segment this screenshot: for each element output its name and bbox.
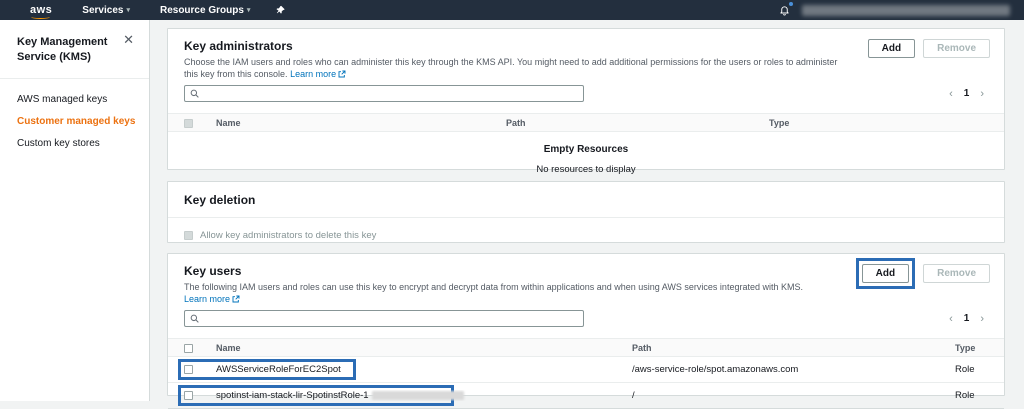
learn-more-link[interactable]: Learn more xyxy=(184,294,240,304)
user-name: spotinst-iam-stack-lir-SpotinstRole-1 xyxy=(216,390,632,401)
external-link-icon xyxy=(338,70,346,78)
search-box[interactable] xyxy=(184,85,584,102)
pagination: ‹ 1 › xyxy=(949,313,984,325)
sidebar-item-custom-key-stores[interactable]: Custom key stores xyxy=(17,138,149,149)
pagination: ‹ 1 › xyxy=(949,88,984,100)
sidebar-item-customer-managed-keys[interactable]: Customer managed keys xyxy=(17,116,149,127)
column-path: Path xyxy=(506,118,769,128)
chevron-down-icon: ▾ xyxy=(247,6,251,14)
table-header: Name Path Type xyxy=(168,338,1004,357)
nav-resource-groups-label: Resource Groups xyxy=(160,5,244,16)
learn-more-label: Learn more xyxy=(290,69,336,79)
search-box[interactable] xyxy=(184,310,584,327)
table-row[interactable]: spotinst-iam-stack-lir-SpotinstRole-1 / … xyxy=(168,383,1004,409)
row-checkbox[interactable] xyxy=(184,365,193,374)
table-header: Name Path Type xyxy=(168,113,1004,132)
column-type: Type xyxy=(769,118,1004,128)
empty-state: Empty Resources No resources to display xyxy=(168,132,1004,175)
main-content: Key administrators Choose the IAM users … xyxy=(151,20,1024,401)
user-name-text: spotinst-iam-stack-lir-SpotinstRole-1 xyxy=(216,390,369,401)
notification-dot xyxy=(789,2,793,6)
key-users-card: Key users The following IAM users and ro… xyxy=(167,253,1005,396)
column-name: Name xyxy=(216,118,506,128)
aws-smile-icon xyxy=(31,15,50,19)
prev-page-icon[interactable]: ‹ xyxy=(949,313,953,325)
search-input[interactable] xyxy=(203,313,578,324)
select-all-checkbox[interactable] xyxy=(184,119,193,128)
aws-logo[interactable]: aws xyxy=(30,5,52,16)
key-users-description: The following IAM users and roles can us… xyxy=(184,282,846,305)
sidebar-title: Key Management Service (KMS) xyxy=(17,35,119,65)
nav-services[interactable]: Services ▾ xyxy=(82,5,130,16)
key-administrators-title: Key administrators xyxy=(184,39,852,53)
add-button[interactable]: Add xyxy=(868,39,915,58)
prev-page-icon[interactable]: ‹ xyxy=(949,88,953,100)
add-button[interactable]: Add xyxy=(862,264,909,283)
column-path: Path xyxy=(632,343,955,353)
top-navbar: aws Services ▾ Resource Groups ▾ xyxy=(0,0,1024,20)
remove-button[interactable]: Remove xyxy=(923,39,990,58)
nav-services-label: Services xyxy=(82,5,123,16)
key-administrators-description: Choose the IAM users and roles who can a… xyxy=(184,57,852,80)
redacted-name-suffix xyxy=(372,391,464,400)
page-number[interactable]: 1 xyxy=(964,88,970,99)
key-administrators-card: Key administrators Choose the IAM users … xyxy=(167,28,1005,170)
key-deletion-card: Key deletion Allow key administrators to… xyxy=(167,181,1005,243)
user-name: AWSServiceRoleForEC2Spot xyxy=(216,364,632,375)
external-link-icon xyxy=(232,295,240,303)
search-icon xyxy=(190,314,199,323)
row-checkbox[interactable] xyxy=(184,391,193,400)
key-users-title: Key users xyxy=(184,264,846,278)
empty-state-title: Empty Resources xyxy=(168,144,1004,155)
learn-more-label: Learn more xyxy=(184,294,230,304)
pin-icon[interactable] xyxy=(276,5,285,15)
allow-deletion-checkbox[interactable] xyxy=(184,231,193,240)
user-path: / xyxy=(632,390,955,401)
learn-more-link[interactable]: Learn more xyxy=(290,69,346,79)
nav-resource-groups[interactable]: Resource Groups ▾ xyxy=(160,5,250,16)
close-icon[interactable]: ✕ xyxy=(123,33,134,46)
notifications-bell-icon[interactable] xyxy=(779,4,790,16)
user-type: Role xyxy=(955,364,1004,375)
key-deletion-title: Key deletion xyxy=(184,193,255,207)
remove-button[interactable]: Remove xyxy=(923,264,990,283)
navbar-right xyxy=(779,4,1010,16)
search-icon xyxy=(190,89,199,98)
column-name: Name xyxy=(216,343,632,353)
user-path: /aws-service-role/spot.amazonaws.com xyxy=(632,364,955,375)
chevron-down-icon: ▾ xyxy=(126,6,130,14)
allow-deletion-label: Allow key administrators to delete this … xyxy=(200,230,376,241)
aws-logo-text: aws xyxy=(30,4,52,16)
table-row[interactable]: AWSServiceRoleForEC2Spot /aws-service-ro… xyxy=(168,357,1004,383)
key-users-description-text: The following IAM users and roles can us… xyxy=(184,282,803,292)
sidebar-item-aws-managed-keys[interactable]: AWS managed keys xyxy=(17,94,149,105)
account-info-redacted[interactable] xyxy=(802,5,1010,16)
key-administrators-description-text: Choose the IAM users and roles who can a… xyxy=(184,57,837,79)
search-input[interactable] xyxy=(203,88,578,99)
page-number[interactable]: 1 xyxy=(964,313,970,324)
column-type: Type xyxy=(955,343,1004,353)
kms-sidebar: Key Management Service (KMS) ✕ AWS manag… xyxy=(0,20,150,401)
annotation-highlight-add: Add xyxy=(856,258,915,289)
select-all-checkbox[interactable] xyxy=(184,344,193,353)
empty-state-message: No resources to display xyxy=(168,164,1004,175)
user-type: Role xyxy=(955,390,1004,401)
next-page-icon[interactable]: › xyxy=(980,88,984,100)
next-page-icon[interactable]: › xyxy=(980,313,984,325)
